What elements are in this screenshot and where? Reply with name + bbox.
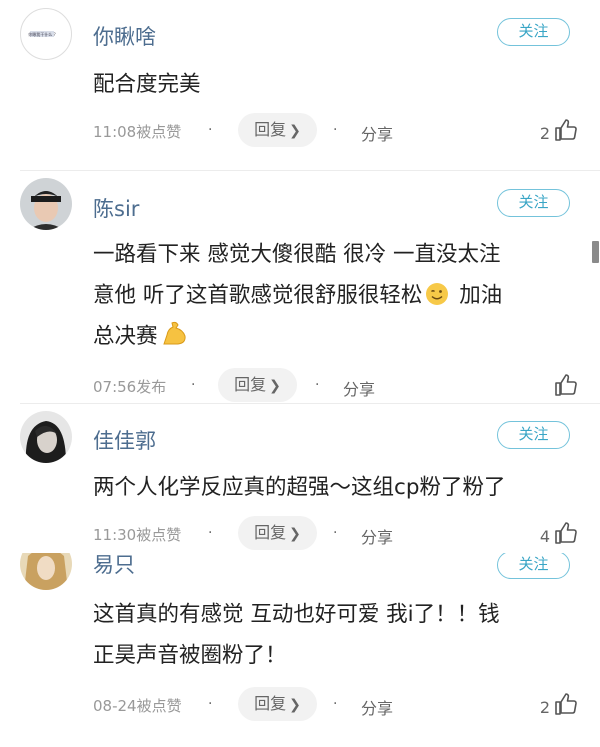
follow-button[interactable]: 关注 <box>497 18 570 46</box>
reply-button[interactable]: 回复 ❯ <box>218 368 297 402</box>
avatar[interactable] <box>20 553 72 590</box>
separator-dot: · <box>333 122 338 138</box>
comment-item: 你瞅我干什么 ? 你瞅啥 关注 配合度完美 11:08被点赞 · 回复 ❯ · 分… <box>0 0 600 170</box>
share-button[interactable]: 分享 <box>361 695 393 719</box>
comment-item: 易只 关注 这首真的有感觉 互动也好可爱 我i了！！钱 正昊声音被圈粉了！ 08… <box>0 553 600 747</box>
comment-meta: 11:30被点赞 · 回复 ❯ · 分享 4 <box>93 516 580 550</box>
separator-dot: · <box>208 525 213 541</box>
avatar[interactable] <box>20 411 72 463</box>
winking-face-emoji <box>426 283 449 305</box>
comment-text: 一路看下来 感觉大傻很酷 很冷 一直没太注 意他 听了这首歌感觉很舒服很轻松 加… <box>93 234 583 357</box>
chevron-right-icon: ❯ <box>289 697 301 713</box>
avatar-text: 你瞅我干什么 ? <box>28 31 55 37</box>
comment-time: 08-24被点赞 <box>93 697 182 715</box>
separator-dot: · <box>208 696 213 712</box>
username[interactable]: 易只 <box>93 553 135 579</box>
follow-button[interactable]: 关注 <box>497 189 570 217</box>
thumbs-up-icon[interactable] <box>554 373 578 397</box>
reply-label: 回复 <box>254 694 287 713</box>
like-count: 2 <box>539 124 550 143</box>
thumbs-up-icon[interactable] <box>554 521 578 545</box>
comment-text: 这首真的有感觉 互动也好可爱 我i了！！钱 正昊声音被圈粉了！ <box>93 594 583 676</box>
reply-button[interactable]: 回复 ❯ <box>238 113 317 147</box>
reply-label: 回复 <box>254 523 287 542</box>
reply-button[interactable]: 回复 ❯ <box>238 687 317 721</box>
comment-item: 陈sir 关注 一路看下来 感觉大傻很酷 很冷 一直没太注 意他 听了这首歌感觉… <box>0 170 600 403</box>
avatar[interactable] <box>20 178 72 230</box>
comment-line: 正昊声音被圈粉了！ <box>93 643 287 668</box>
comment-time: 07:56发布 <box>93 378 167 396</box>
separator-dot: · <box>208 122 213 138</box>
chevron-right-icon: ❯ <box>269 378 281 394</box>
comment-text: 两个人化学反应真的超强～这组cp粉了粉了 <box>93 467 583 508</box>
share-button[interactable]: 分享 <box>361 121 393 145</box>
divider <box>20 170 600 171</box>
comment-meta: 08-24被点赞 · 回复 ❯ · 分享 2 <box>93 687 580 721</box>
divider <box>20 403 600 404</box>
reply-button[interactable]: 回复 ❯ <box>238 516 317 550</box>
comment-line: 两个人化学反应真的超强～这组cp粉了粉了 <box>93 475 506 500</box>
reply-label: 回复 <box>234 375 267 394</box>
follow-button[interactable]: 关注 <box>497 553 570 579</box>
comment-line: 配合度完美 <box>93 72 201 97</box>
chevron-right-icon: ❯ <box>289 123 301 139</box>
comment-line-part: 总决赛 <box>93 324 158 349</box>
like-count: 4 <box>539 527 550 546</box>
comment-text: 配合度完美 <box>93 64 583 105</box>
comment-line: 这首真的有感觉 互动也好可爱 我i了！！钱 <box>93 602 500 627</box>
comment-line: 总决赛 <box>93 316 583 357</box>
comment-line: 意他 听了这首歌感觉很舒服很轻松 加油 <box>93 275 583 316</box>
comment-line-part: 意他 听了这首歌感觉很舒服很轻松 <box>93 283 423 308</box>
share-button[interactable]: 分享 <box>343 376 375 400</box>
like-count: 2 <box>539 698 550 717</box>
scrollbar-thumb[interactable] <box>592 241 599 263</box>
follow-button[interactable]: 关注 <box>497 421 570 449</box>
reply-label: 回复 <box>254 120 287 139</box>
comment-meta: 11:08被点赞 · 回复 ❯ · 分享 2 <box>93 113 580 147</box>
comment-line-part: 加油 <box>459 283 503 308</box>
comment-time: 11:30被点赞 <box>93 526 182 544</box>
thumbs-up-icon[interactable] <box>554 118 578 142</box>
avatar[interactable]: 你瞅我干什么 ? <box>20 8 72 60</box>
flexed-biceps-emoji <box>162 321 186 345</box>
share-button[interactable]: 分享 <box>361 524 393 548</box>
comment-line: 一路看下来 感觉大傻很酷 很冷 一直没太注 <box>93 242 501 267</box>
username[interactable]: 佳佳郭 <box>93 425 156 455</box>
comment-meta: 07:56发布 · 回复 ❯ · 分享 <box>93 368 580 402</box>
separator-dot: · <box>191 377 196 393</box>
comment-time: 11:08被点赞 <box>93 123 182 141</box>
separator-dot: · <box>333 525 338 541</box>
thumbs-up-icon[interactable] <box>554 692 578 716</box>
chevron-right-icon: ❯ <box>289 526 301 542</box>
separator-dot: · <box>333 696 338 712</box>
username[interactable]: 陈sir <box>93 193 139 223</box>
username[interactable]: 你瞅啥 <box>93 21 156 51</box>
separator-dot: · <box>315 377 320 393</box>
comment-item: 佳佳郭 关注 两个人化学反应真的超强～这组cp粉了粉了 11:30被点赞 · 回… <box>0 403 600 553</box>
